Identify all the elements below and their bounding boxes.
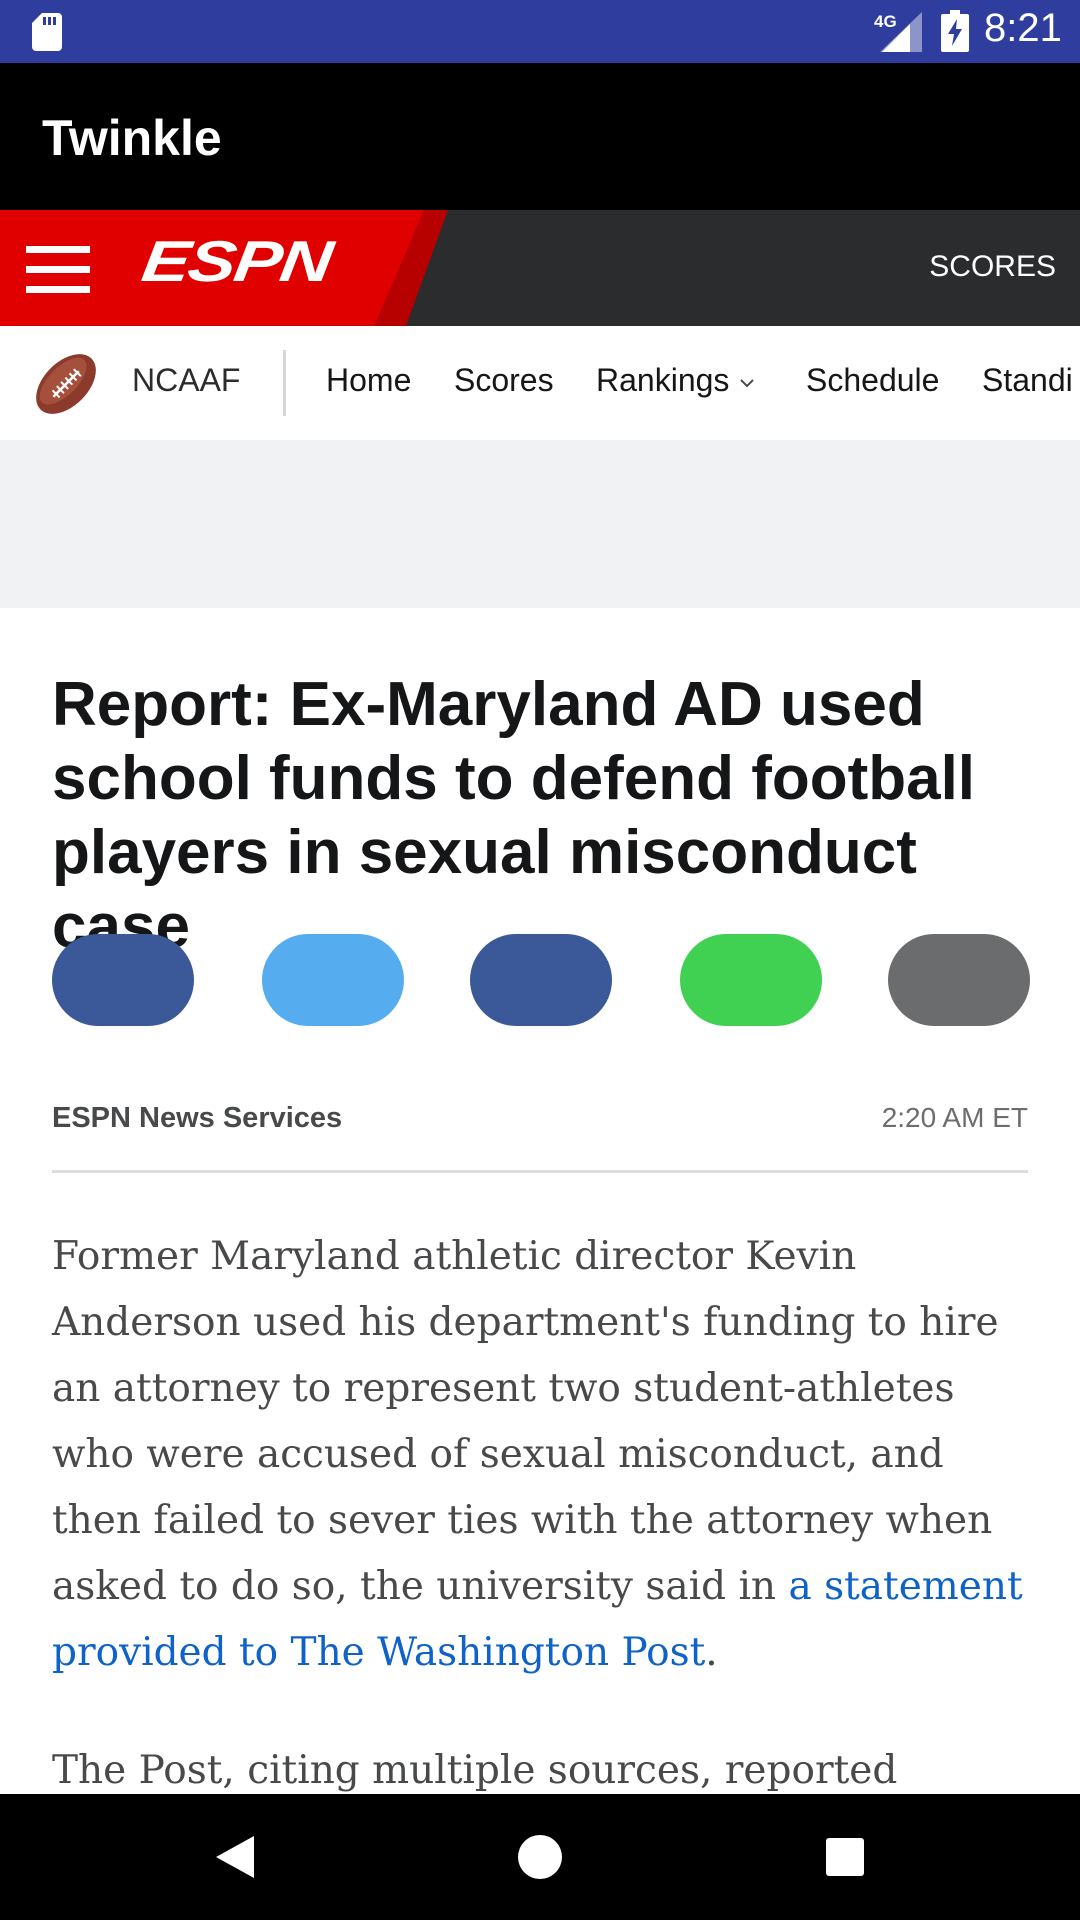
sport-sub-nav: NCAAF Home Scores Rankings Schedule Stan… (0, 326, 1080, 440)
espn-header: ESPN SCORES (0, 210, 1080, 326)
messenger-share-button[interactable] (470, 934, 612, 1026)
espn-logo[interactable]: ESPN (138, 230, 335, 294)
battery-charging-icon (941, 10, 969, 52)
football-icon (36, 354, 96, 414)
scores-link[interactable]: SCORES (929, 250, 1056, 284)
status-bar: 4G 8:21 (0, 0, 1080, 63)
article-paragraph: Former Maryland athletic director Kevin … (52, 1224, 1042, 1686)
home-icon[interactable] (515, 1832, 565, 1882)
sport-label[interactable]: NCAAF (132, 362, 240, 399)
back-icon[interactable] (210, 1832, 260, 1882)
nav-item-standings[interactable]: Standi (982, 362, 1073, 399)
menu-icon[interactable] (26, 246, 90, 293)
article-headline: Report: Ex-Maryland AD used school funds… (52, 670, 976, 961)
article-timestamp: 2:20 AM ET (881, 1102, 1028, 1133)
nav-item-rankings[interactable]: Rankings (596, 362, 757, 399)
paragraph-end: . (705, 1630, 718, 1675)
email-share-button[interactable] (888, 934, 1030, 1026)
nav-divider (283, 350, 286, 416)
system-nav-bar (0, 1794, 1080, 1920)
byline-divider (52, 1170, 1028, 1173)
signal-icon (880, 12, 922, 52)
facebook-share-button[interactable] (52, 934, 194, 1026)
recents-icon[interactable] (820, 1832, 870, 1882)
paragraph-text: Former Maryland athletic director Kevin … (52, 1234, 999, 1609)
chevron-down-icon (740, 378, 755, 387)
sd-card-icon (32, 13, 62, 51)
app-title: Twinkle (42, 110, 222, 166)
sms-share-button[interactable] (680, 934, 822, 1026)
twitter-share-button[interactable] (262, 934, 404, 1026)
app-bar: Twinkle (0, 63, 1080, 210)
nav-item-schedule[interactable]: Schedule (806, 362, 939, 399)
article-byline: ESPN News Services (52, 1102, 343, 1134)
nav-item-home[interactable]: Home (326, 362, 411, 399)
nav-item-scores[interactable]: Scores (454, 362, 554, 399)
nav-item-rankings-label: Rankings (596, 362, 730, 398)
status-clock: 8:21 (984, 6, 1062, 50)
ad-placeholder (0, 440, 1080, 608)
